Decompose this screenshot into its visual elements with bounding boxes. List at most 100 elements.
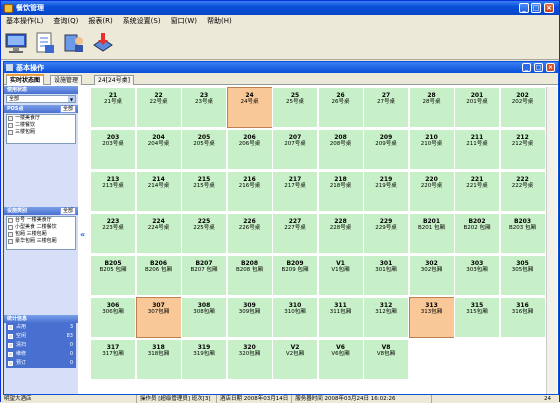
- menu-query[interactable]: 查询(Q): [48, 16, 83, 26]
- table-tile[interactable]: 24 24号桌: [226, 87, 273, 128]
- table-tile[interactable]: 202 202号桌: [499, 87, 546, 128]
- maximize-button[interactable]: □: [531, 3, 541, 13]
- usage-status-select[interactable]: 全部 ▼: [6, 95, 76, 103]
- table-tile[interactable]: 221 221号桌: [454, 171, 500, 212]
- table-tile[interactable]: 217 217号桌: [272, 171, 318, 212]
- table-tile[interactable]: 317 317包厢: [90, 339, 136, 380]
- table-tile[interactable]: V2 V2包厢: [272, 339, 318, 380]
- menu-window[interactable]: 窗口(W): [166, 16, 202, 26]
- checkbox-icon[interactable]: [8, 116, 13, 121]
- minimize-button[interactable]: _: [519, 3, 529, 13]
- checkbox-icon[interactable]: [8, 130, 13, 135]
- table-tile[interactable]: 206 206号桌: [226, 129, 273, 170]
- table-tile[interactable]: 26 26号桌: [317, 87, 364, 128]
- inner-minimize-button[interactable]: _: [522, 63, 531, 72]
- checkbox-icon[interactable]: [8, 123, 13, 128]
- table-tile[interactable]: 303 303包厢: [454, 255, 500, 296]
- table-tile[interactable]: 306 306包厢: [90, 297, 136, 338]
- tab-facility-management[interactable]: 设施管理: [50, 75, 83, 85]
- table-tile[interactable]: 204 204号桌: [135, 129, 182, 170]
- table-tile[interactable]: 22 22号桌: [135, 87, 182, 128]
- checkbox-icon[interactable]: [8, 232, 13, 237]
- table-tile[interactable]: 228 228号桌: [317, 213, 364, 254]
- table-tile[interactable]: 216 216号桌: [226, 171, 273, 212]
- table-tile[interactable]: 224 224号桌: [135, 213, 182, 254]
- table-tile[interactable]: 220 220号桌: [408, 171, 455, 212]
- vertical-scrollbar[interactable]: [546, 87, 557, 394]
- table-tile[interactable]: 225 225号桌: [181, 213, 227, 254]
- table-tile[interactable]: 315 315包厢: [454, 297, 500, 338]
- table-tile[interactable]: 309 309包厢: [226, 297, 273, 338]
- facility-item[interactable]: 小型美食 二楼餐饮: [7, 224, 75, 231]
- table-tile[interactable]: B207 B207 包厢: [181, 255, 227, 296]
- table-tile[interactable]: 21 21号桌: [90, 87, 136, 128]
- table-tile[interactable]: B202 B202 包厢: [454, 213, 500, 254]
- table-tile[interactable]: 313 313包厢: [408, 297, 455, 338]
- menu-system-settings[interactable]: 系统设置(S): [118, 16, 166, 26]
- monitor-icon[interactable]: [4, 31, 28, 55]
- pos-item[interactable]: 二楼餐饮: [7, 122, 75, 129]
- table-tile[interactable]: B209 B209 包厢: [272, 255, 318, 296]
- document-icon[interactable]: [33, 31, 57, 55]
- table-tile[interactable]: V8 V8包厢: [363, 339, 409, 380]
- pos-item[interactable]: 三楼包厢: [7, 129, 75, 136]
- table-tile[interactable]: 320 320包厢: [226, 339, 273, 380]
- table-tile[interactable]: B201 B201 包厢: [408, 213, 455, 254]
- table-tile[interactable]: 218 218号桌: [317, 171, 364, 212]
- table-tile[interactable]: 312 312包厢: [363, 297, 409, 338]
- facility-item[interactable]: 台号 一楼美食厅: [7, 217, 75, 224]
- table-tile[interactable]: 211 211号桌: [454, 129, 500, 170]
- facility-item[interactable]: 包厢 三楼包厢: [7, 231, 75, 238]
- menu-help[interactable]: 帮助(H): [202, 16, 237, 26]
- table-tile[interactable]: 223 223号桌: [90, 213, 136, 254]
- table-tile[interactable]: 318 318包厢: [135, 339, 182, 380]
- table-tile[interactable]: 214 214号桌: [135, 171, 182, 212]
- table-tile[interactable]: 212 212号桌: [499, 129, 546, 170]
- table-tile[interactable]: B208 B208 包厢: [226, 255, 273, 296]
- table-tile[interactable]: 23 23号桌: [181, 87, 227, 128]
- table-tile[interactable]: 226 226号桌: [226, 213, 273, 254]
- table-tile[interactable]: 209 209号桌: [363, 129, 409, 170]
- table-tile[interactable]: B206 B206 包厢: [135, 255, 182, 296]
- collapse-sidebar-icon[interactable]: «: [80, 230, 88, 240]
- table-tile[interactable]: 215 215号桌: [181, 171, 227, 212]
- table-tile[interactable]: 319 319包厢: [181, 339, 227, 380]
- table-tile[interactable]: 227 227号桌: [272, 213, 318, 254]
- table-tile[interactable]: 213 213号桌: [90, 171, 136, 212]
- table-tile[interactable]: B205 B205 包厢: [90, 255, 136, 296]
- table-tile[interactable]: 229 229号桌: [363, 213, 409, 254]
- table-tile[interactable]: 205 205号桌: [181, 129, 227, 170]
- menu-report[interactable]: 报表(R): [83, 16, 117, 26]
- close-button[interactable]: ×: [544, 3, 554, 13]
- inner-close-button[interactable]: ×: [546, 63, 555, 72]
- menu-basic-ops[interactable]: 基本操作(L): [1, 16, 48, 26]
- table-tile[interactable]: 28 28号桌: [408, 87, 455, 128]
- table-tile[interactable]: 219 219号桌: [363, 171, 409, 212]
- user-tag-icon[interactable]: [62, 31, 86, 55]
- table-tile[interactable]: 311 311包厢: [317, 297, 364, 338]
- table-tile[interactable]: 308 308包厢: [181, 297, 227, 338]
- table-tile[interactable]: 27 27号桌: [363, 87, 409, 128]
- table-tile[interactable]: 25 25号桌: [272, 87, 318, 128]
- table-tile[interactable]: V1 V1包厢: [317, 255, 364, 296]
- tab-table-24[interactable]: 24[24号桌]: [94, 75, 134, 85]
- table-tile[interactable]: 302 302包厢: [408, 255, 455, 296]
- inner-maximize-button[interactable]: □: [534, 63, 543, 72]
- table-tile[interactable]: 207 207号桌: [272, 129, 318, 170]
- table-tile[interactable]: 210 210号桌: [408, 129, 455, 170]
- table-tile[interactable]: 222 222号桌: [499, 171, 546, 212]
- tab-realtime-status[interactable]: 实时状态图: [6, 74, 45, 85]
- chevron-down-icon[interactable]: ▼: [68, 96, 75, 102]
- table-tile[interactable]: B203 B203 包厢: [499, 213, 546, 254]
- table-tile[interactable]: 208 208号桌: [317, 129, 364, 170]
- table-tile[interactable]: 203 203号桌: [90, 129, 136, 170]
- pos-all-button[interactable]: 全部: [59, 105, 76, 113]
- table-tile[interactable]: 301 301包厢: [363, 255, 409, 296]
- table-tile[interactable]: 307 307包厢: [135, 297, 182, 338]
- checkbox-icon[interactable]: [8, 239, 13, 244]
- checkbox-icon[interactable]: [8, 218, 13, 223]
- table-tile[interactable]: 316 316包厢: [499, 297, 546, 338]
- facility-all-button[interactable]: 全部: [59, 207, 76, 215]
- facility-item[interactable]: 豪华包厢 三楼包厢: [7, 238, 75, 245]
- import-icon[interactable]: [91, 31, 115, 55]
